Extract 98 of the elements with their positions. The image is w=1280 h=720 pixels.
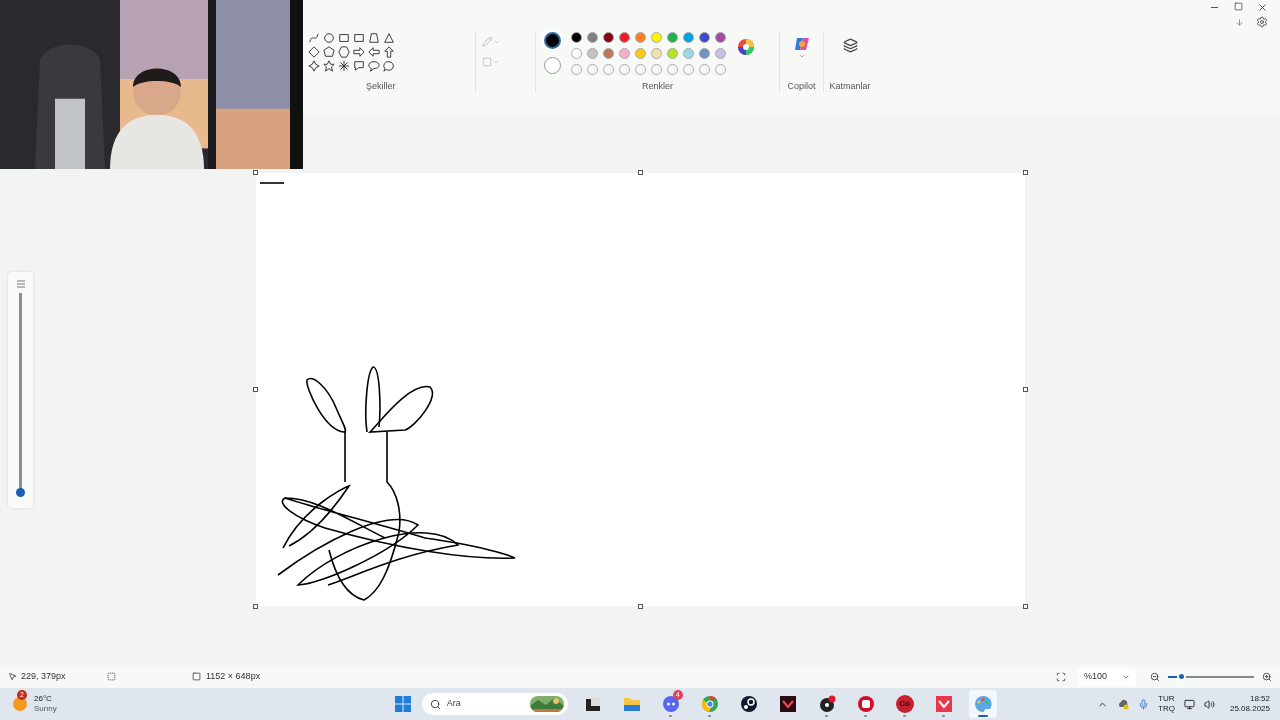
search-bar[interactable]: Ara: [421, 693, 568, 715]
shape-tool-icon[interactable]: [368, 32, 380, 44]
color-swatch[interactable]: [667, 48, 678, 59]
fit-view-icon[interactable]: [1056, 671, 1066, 682]
chat-app-icon: [661, 695, 680, 713]
current-color-swatch[interactable]: [544, 32, 561, 49]
color-swatch[interactable]: [683, 48, 694, 59]
slider-thumb[interactable]: [16, 488, 25, 497]
paint-palette-icon: [973, 695, 992, 713]
shape-tool-icon[interactable]: [368, 46, 380, 58]
record-app-icon: [817, 695, 836, 713]
shape-tool-icon[interactable]: [308, 60, 320, 72]
shape-tool-icon[interactable]: [353, 32, 365, 44]
color-swatch[interactable]: [715, 48, 726, 59]
cloud-alert-icon[interactable]: [1117, 698, 1130, 710]
keyboard-language[interactable]: TRQ: [1158, 704, 1175, 714]
color-swatch[interactable]: [683, 32, 694, 43]
cursor-icon: [8, 672, 17, 681]
v-logo-icon: [778, 695, 797, 713]
shape-tool-icon[interactable]: [383, 46, 395, 58]
group-label: Copilot: [787, 79, 816, 93]
color-swatch[interactable]: [635, 32, 646, 43]
clock-date[interactable]: 25.08.2025: [1229, 704, 1270, 714]
resize-handle[interactable]: [253, 604, 258, 609]
shape-tool-icon[interactable]: [338, 60, 350, 72]
start-button[interactable]: [394, 696, 411, 712]
color-swatch[interactable]: [603, 32, 614, 43]
color-swatch[interactable]: [699, 48, 710, 59]
resize-handle[interactable]: [1023, 387, 1028, 392]
weather-condition: Sunny: [34, 704, 57, 714]
resize-handle[interactable]: [1023, 170, 1028, 175]
color-swatch[interactable]: [587, 32, 598, 43]
fist-icon: [856, 695, 875, 713]
canvas-size: 1152 × 648px: [206, 669, 261, 683]
microphone-icon[interactable]: [1138, 698, 1150, 710]
resize-handle[interactable]: [253, 170, 258, 175]
shape-tool-icon[interactable]: [323, 60, 335, 72]
zoom-value: %100: [1084, 669, 1108, 683]
color-swatch[interactable]: [571, 32, 582, 43]
shape-tool-icon[interactable]: [383, 32, 395, 44]
maximize-icon[interactable]: [1234, 2, 1243, 11]
weather-temperature: 26°C: [34, 694, 53, 704]
cursor-position: 229, 379px: [21, 669, 67, 683]
color-swatch[interactable]: [635, 48, 646, 59]
v-logo-icon: [934, 695, 953, 713]
zoom-slider-track[interactable]: [1168, 675, 1254, 678]
resize-handle[interactable]: [253, 387, 258, 392]
selection-icon: [107, 672, 116, 681]
weather-sun-icon: [12, 696, 28, 712]
network-icon[interactable]: [1183, 698, 1195, 710]
close-icon[interactable]: [1257, 2, 1268, 13]
group-label: Şekiller: [366, 79, 396, 93]
shape-tool-icon[interactable]: [323, 46, 335, 58]
shape-tool-icon[interactable]: [353, 46, 365, 58]
folder-icon: [622, 696, 641, 712]
zoom-dropdown[interactable]: %100: [1078, 667, 1136, 686]
co-app-icon: Co: [895, 695, 914, 713]
settings-icon[interactable]: [1256, 16, 1268, 28]
shape-tool-icon[interactable]: [383, 60, 395, 72]
color-swatch[interactable]: [715, 32, 726, 43]
clock-time[interactable]: 18:52: [1249, 694, 1270, 704]
color-swatch[interactable]: [651, 48, 662, 59]
slider-thumb[interactable]: [1176, 671, 1186, 681]
color-swatch[interactable]: [667, 32, 678, 43]
canvas-size-icon: [192, 672, 201, 681]
group-label: Katmanlar: [829, 79, 871, 93]
current-color-swatch[interactable]: [544, 57, 561, 74]
browser-icon: [700, 695, 719, 713]
copilot-icon[interactable]: [793, 36, 810, 52]
shape-tool-icon[interactable]: [308, 46, 320, 58]
resize-handle[interactable]: [638, 604, 643, 609]
color-swatch[interactable]: [587, 48, 598, 59]
color-wheel-icon[interactable]: [736, 37, 756, 57]
resize-handle[interactable]: [638, 170, 643, 175]
shape-tool-icon[interactable]: [353, 60, 365, 72]
zoom-in-icon[interactable]: [1262, 671, 1272, 682]
volume-icon[interactable]: [1203, 698, 1215, 710]
color-swatch[interactable]: [571, 48, 582, 59]
search-icon[interactable]: [429, 698, 441, 710]
window-icon: [584, 696, 601, 712]
color-swatch[interactable]: [651, 32, 662, 43]
color-swatch[interactable]: [619, 32, 630, 43]
zoom-out-icon[interactable]: [1150, 671, 1160, 682]
color-swatch[interactable]: [619, 48, 630, 59]
layers-icon[interactable]: [842, 38, 858, 53]
search-field[interactable]: Ara: [446, 697, 517, 711]
color-swatch[interactable]: [603, 48, 614, 59]
group-label: Renkler: [642, 79, 673, 93]
download-icon[interactable]: [1235, 17, 1244, 27]
shape-tool-icon[interactable]: [338, 32, 350, 44]
resize-handle[interactable]: [1023, 604, 1028, 609]
color-swatch[interactable]: [699, 32, 710, 43]
steam-icon: [739, 695, 758, 713]
shape-tool-icon[interactable]: [338, 46, 350, 58]
shape-tool-icon[interactable]: [368, 60, 380, 72]
brush-size-icon: [15, 280, 26, 288]
keyboard-language[interactable]: TUR: [1158, 694, 1175, 704]
shape-tool-icon[interactable]: [323, 32, 335, 44]
